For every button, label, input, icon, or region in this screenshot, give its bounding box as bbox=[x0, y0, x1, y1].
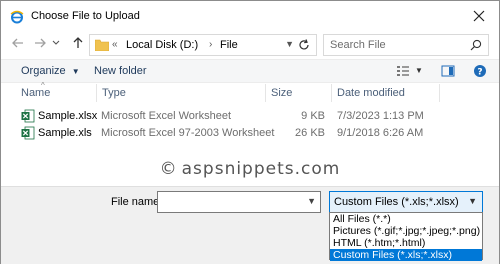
new-folder-button[interactable]: New folder bbox=[94, 65, 147, 77]
file-type-option[interactable]: Pictures (*.gif;*.jpg;*.jpeg;*.png) bbox=[330, 225, 482, 237]
folder-icon bbox=[95, 39, 109, 51]
file-size: 9 KB bbox=[301, 110, 325, 122]
svg-text:?: ? bbox=[477, 68, 482, 78]
file-date: 9/1/2018 6:26 AM bbox=[337, 127, 424, 139]
file-row[interactable]: Sample.xls Microsoft Excel 97-2003 Works… bbox=[1, 125, 499, 142]
address-segment-drive[interactable]: Local Disk (D:) bbox=[126, 39, 198, 51]
column-header-type[interactable]: Type bbox=[102, 87, 126, 99]
column-divider[interactable] bbox=[331, 84, 332, 102]
view-dropdown-icon[interactable]: ▼ bbox=[415, 66, 423, 75]
file-date: 7/3/2023 1:13 PM bbox=[337, 110, 424, 122]
copyright-symbol: © bbox=[159, 159, 178, 179]
search-input[interactable]: Search File bbox=[330, 39, 386, 51]
file-type: Microsoft Excel Worksheet bbox=[101, 110, 232, 122]
title-bar: Choose File to Upload bbox=[1, 1, 499, 31]
chevron-down-icon: ▼ bbox=[71, 67, 80, 76]
recent-locations-chevron-icon[interactable] bbox=[51, 36, 61, 50]
forward-arrow-icon[interactable] bbox=[33, 36, 47, 50]
back-arrow-icon[interactable] bbox=[11, 36, 25, 50]
column-header-date[interactable]: Date modified bbox=[337, 87, 405, 99]
command-toolbar: Organize ▼ New folder ▼ ? bbox=[1, 59, 499, 83]
address-dropdown-icon[interactable]: ▼ bbox=[285, 39, 294, 49]
file-dialog-window: Choose File to Upload « Local Disk (D:) … bbox=[0, 0, 500, 264]
window-title: Choose File to Upload bbox=[31, 10, 140, 22]
refresh-icon[interactable] bbox=[297, 38, 311, 52]
file-name-dropdown-icon[interactable]: ▼ bbox=[307, 196, 316, 206]
column-divider[interactable] bbox=[265, 84, 266, 102]
help-icon[interactable]: ? bbox=[473, 64, 487, 78]
file-name-label: File name: bbox=[111, 196, 163, 208]
watermark-site: aspsnippets.com bbox=[181, 159, 341, 179]
organize-label: Organize bbox=[21, 65, 66, 77]
excel-file-icon bbox=[21, 126, 35, 140]
sort-caret-icon: ^ bbox=[41, 81, 45, 90]
up-arrow-icon[interactable] bbox=[71, 36, 85, 50]
file-list-header: Name ^ Type Size Date modified bbox=[1, 81, 499, 104]
file-type-option-selected[interactable]: Custom Files (*.xls;*.xlsx) bbox=[330, 249, 482, 261]
column-divider[interactable] bbox=[439, 84, 440, 102]
browser-app-icon bbox=[10, 10, 24, 24]
file-name: Sample.xls bbox=[38, 127, 92, 139]
column-header-name[interactable]: Name bbox=[21, 87, 50, 99]
address-overflow-chevron[interactable]: « bbox=[112, 39, 118, 50]
watermark-text: © aspsnippets.com bbox=[1, 159, 499, 179]
file-type-option[interactable]: All Files (*.*) bbox=[330, 213, 482, 225]
file-type-dropdown-list: All Files (*.*) Pictures (*.gif;*.jpg;*.… bbox=[329, 212, 483, 261]
view-options-icon[interactable] bbox=[396, 64, 410, 78]
navigation-row: « Local Disk (D:) › File ▼ Search File bbox=[1, 31, 499, 59]
search-box[interactable]: Search File bbox=[323, 34, 489, 56]
file-size: 26 KB bbox=[295, 127, 325, 139]
file-type-select[interactable]: Custom Files (*.xls;*.xlsx) ▼ bbox=[329, 191, 483, 213]
address-bar[interactable]: « Local Disk (D:) › File ▼ bbox=[89, 34, 317, 56]
close-icon[interactable] bbox=[469, 6, 489, 26]
preview-pane-icon[interactable] bbox=[441, 64, 455, 78]
column-divider[interactable] bbox=[96, 84, 97, 102]
file-name: Sample.xlsx bbox=[38, 110, 98, 122]
column-name-label: Name bbox=[21, 87, 51, 99]
file-row[interactable]: Sample.xlsx Microsoft Excel Worksheet 9 … bbox=[1, 108, 499, 125]
file-name-input[interactable]: ▼ bbox=[157, 191, 321, 213]
address-separator[interactable]: › bbox=[209, 39, 212, 50]
excel-file-icon bbox=[21, 109, 35, 123]
file-type-option[interactable]: HTML (*.htm;*.html) bbox=[330, 237, 482, 249]
file-type: Microsoft Excel 97-2003 Worksheet bbox=[101, 127, 275, 139]
column-header-size[interactable]: Size bbox=[271, 87, 292, 99]
file-type-selected: Custom Files (*.xls;*.xlsx) bbox=[334, 196, 459, 208]
chevron-down-icon[interactable]: ▼ bbox=[468, 196, 477, 206]
search-icon[interactable] bbox=[470, 39, 482, 51]
organize-button[interactable]: Organize ▼ bbox=[21, 65, 80, 77]
address-segment-folder[interactable]: File bbox=[220, 39, 238, 51]
panel-scrollbar[interactable] bbox=[485, 212, 495, 260]
